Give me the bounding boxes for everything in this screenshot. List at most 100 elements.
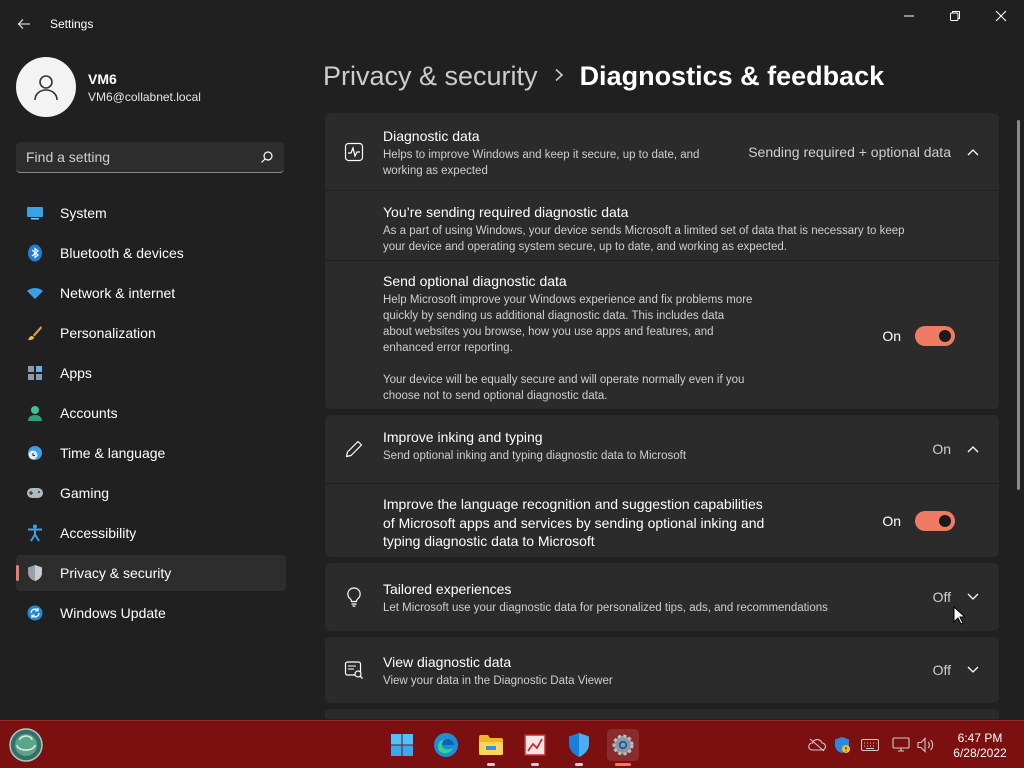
sidebar-item-accounts[interactable]: Accounts — [16, 395, 286, 431]
sidebar-item-label: Time & language — [60, 445, 166, 461]
search-box — [16, 142, 284, 173]
title-bar: Settings — [0, 0, 1024, 48]
inking-typing-header[interactable]: Improve inking and typing Send optional … — [325, 415, 999, 483]
tailored-experiences-title: Tailored experiences — [383, 581, 512, 597]
sidebar-item-label: Apps — [60, 365, 92, 381]
lightbulb-icon — [343, 586, 365, 608]
folder-icon — [479, 735, 503, 755]
sidebar-item-label: System — [60, 205, 107, 221]
required-data-desc: As a part of using Windows, your device … — [383, 225, 905, 237]
onedrive-offline-icon[interactable] — [808, 736, 826, 754]
sidebar-item-gaming[interactable]: Gaming — [16, 475, 286, 511]
sidebar-item-personalization[interactable]: Personalization — [16, 315, 286, 351]
start-button[interactable] — [386, 729, 418, 761]
bluetooth-icon — [26, 244, 44, 262]
minimize-button[interactable] — [886, 0, 932, 32]
sidebar-item-network[interactable]: Network & internet — [16, 275, 286, 311]
tailored-experiences-desc: Let Microsoft use your diagnostic data f… — [383, 602, 828, 614]
file-explorer-button[interactable] — [475, 729, 507, 766]
search-input[interactable] — [26, 149, 260, 165]
user-profile[interactable]: VM6 VM6@collabnet.local — [16, 57, 286, 117]
system-clock[interactable]: 6:47 PM 6/28/2022 — [945, 731, 1015, 761]
breadcrumb: Privacy & security Diagnostics & feedbac… — [323, 58, 884, 94]
inking-typing-toggle-label: On — [882, 513, 901, 529]
running-indicator — [487, 763, 495, 766]
inking-typing-title: Improve inking and typing — [383, 429, 543, 445]
diagnostic-data-desc: Helps to improve Windows and keep it sec… — [383, 149, 700, 161]
sidebar-item-apps[interactable]: Apps — [16, 355, 286, 391]
sidebar-item-label: Network & internet — [60, 285, 176, 301]
running-indicator — [575, 763, 583, 766]
sidebar-item-privacy-security[interactable]: Privacy & security — [16, 555, 286, 591]
pen-icon — [343, 438, 365, 460]
tailored-experiences-header[interactable]: Tailored experiences Let Microsoft use y… — [325, 563, 999, 631]
chevron-right-icon — [555, 68, 563, 81]
gamepad-icon — [26, 484, 44, 502]
sidebar-item-label: Accounts — [60, 405, 118, 421]
restore-button[interactable] — [932, 0, 978, 32]
sidebar-item-time-language[interactable]: Time & language — [16, 435, 286, 471]
settings-content: Diagnostic data Helps to improve Windows… — [325, 113, 999, 719]
diagnostic-data-title: Diagnostic data — [383, 128, 480, 144]
person-icon — [26, 404, 44, 422]
security-app-button[interactable] — [563, 729, 595, 766]
inking-typing-toggle[interactable] — [915, 511, 955, 531]
clock-time: 6:47 PM — [957, 731, 1003, 745]
sidebar-item-label: Accessibility — [60, 525, 137, 541]
clock-globe-icon — [26, 444, 44, 462]
search-icon[interactable] — [260, 150, 274, 164]
diagnostic-data-header[interactable]: Diagnostic data Helps to improve Windows… — [325, 113, 999, 190]
close-button[interactable] — [978, 0, 1024, 32]
required-data-title: You’re sending required diagnostic data — [383, 204, 629, 220]
keyboard-icon[interactable] — [861, 736, 879, 754]
edge-button[interactable] — [430, 729, 462, 761]
sidebar-item-label: Privacy & security — [60, 565, 172, 581]
required-data-row: You’re sending required diagnostic data … — [325, 190, 999, 260]
back-arrow-icon — [17, 19, 30, 29]
shield-icon — [26, 564, 44, 582]
optional-data-desc: Help Microsoft improve your Windows expe… — [383, 294, 753, 306]
security-warning-icon[interactable] — [833, 736, 851, 754]
breadcrumb-parent-link[interactable]: Privacy & security — [323, 61, 538, 92]
optional-data-toggle-label: On — [882, 328, 901, 344]
page-title: Diagnostics & feedback — [579, 60, 885, 91]
chevron-up-icon[interactable] — [965, 144, 981, 160]
next-card — [325, 709, 999, 719]
back-button[interactable] — [12, 12, 36, 36]
monitor-icon — [26, 204, 44, 222]
inking-typing-status: On — [932, 441, 951, 457]
activity-icon — [343, 141, 365, 163]
wifi-icon — [26, 284, 44, 302]
inking-typing-sub-text: typing diagnostic data to Microsoft — [383, 533, 595, 549]
sidebar-item-windows-update[interactable]: Windows Update — [16, 595, 286, 631]
inking-typing-card: Improve inking and typing Send optional … — [325, 415, 999, 557]
chart-app-icon — [524, 734, 546, 756]
diagnostic-data-desc: working as expected — [383, 165, 488, 177]
sidebar-item-system[interactable]: System — [16, 195, 286, 231]
tailored-experiences-status: Off — [932, 589, 951, 605]
inking-typing-desc: Send optional inking and typing diagnost… — [383, 450, 687, 462]
scrollbar[interactable] — [1017, 120, 1020, 490]
edge-browser-icon — [434, 733, 458, 757]
taskbar: 6:47 PM 6/28/2022 — [0, 720, 1024, 768]
sidebar-nav: System Bluetooth & devices Network & int… — [16, 195, 286, 635]
sidebar-item-label: Bluetooth & devices — [60, 245, 184, 261]
settings-app-button[interactable] — [607, 729, 639, 766]
update-icon — [26, 604, 44, 622]
view-diagnostic-data-header[interactable]: View diagnostic data View your data in t… — [325, 637, 999, 703]
app-title: Settings — [50, 17, 94, 31]
chevron-up-icon[interactable] — [965, 441, 981, 457]
app-button[interactable] — [519, 729, 551, 766]
sidebar-item-label: Windows Update — [60, 605, 166, 621]
running-indicator — [531, 763, 539, 766]
network-icon[interactable] — [892, 736, 910, 754]
chevron-down-icon[interactable] — [965, 662, 981, 678]
chevron-down-icon[interactable] — [965, 589, 981, 605]
mouse-cursor-icon — [953, 606, 965, 625]
view-diagnostic-data-desc: View your data in the Diagnostic Data Vi… — [383, 675, 613, 687]
widgets-button[interactable] — [8, 727, 44, 763]
optional-data-toggle[interactable] — [915, 326, 955, 346]
sidebar-item-accessibility[interactable]: Accessibility — [16, 515, 286, 551]
sidebar-item-bluetooth[interactable]: Bluetooth & devices — [16, 235, 286, 271]
volume-icon[interactable] — [917, 736, 935, 754]
